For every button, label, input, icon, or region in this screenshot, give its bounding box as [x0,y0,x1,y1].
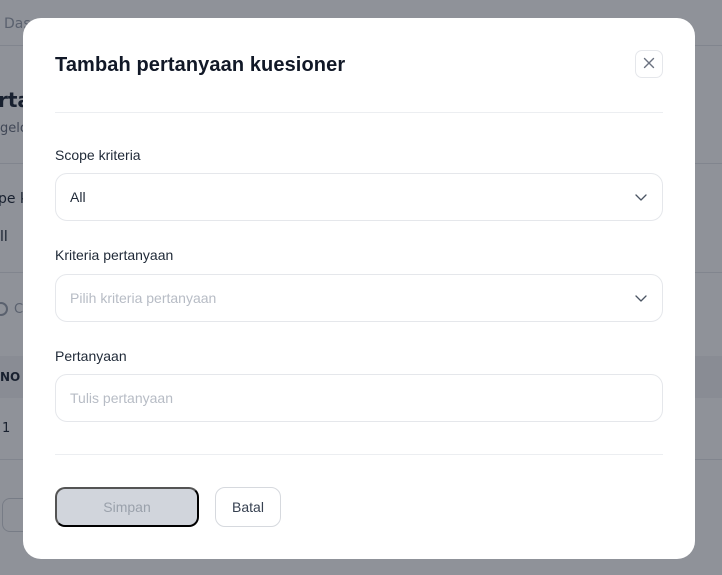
pertanyaan-label: Pertanyaan [55,348,127,364]
kriteria-pertanyaan-placeholder: Pilih kriteria pertanyaan [70,290,217,306]
close-button[interactable] [635,50,663,78]
chevron-down-icon [634,291,648,305]
pertanyaan-field-wrapper [55,374,663,422]
modal-header-divider [55,112,663,113]
scope-kriteria-value: All [70,189,86,205]
modal-footer-divider [55,454,663,455]
pertanyaan-input[interactable] [70,390,648,406]
kriteria-pertanyaan-label: Kriteria pertanyaan [55,247,174,263]
chevron-down-icon [634,190,648,204]
modal-title: Tambah pertanyaan kuesioner [55,54,346,76]
add-question-modal: Tambah pertanyaan kuesioner Scope kriter… [23,18,695,559]
scope-kriteria-select[interactable]: All [55,173,663,221]
scope-kriteria-label: Scope kriteria [55,147,141,163]
save-button[interactable]: Simpan [55,487,199,527]
close-icon [643,57,655,72]
cancel-button[interactable]: Batal [215,487,281,527]
kriteria-pertanyaan-select[interactable]: Pilih kriteria pertanyaan [55,274,663,322]
